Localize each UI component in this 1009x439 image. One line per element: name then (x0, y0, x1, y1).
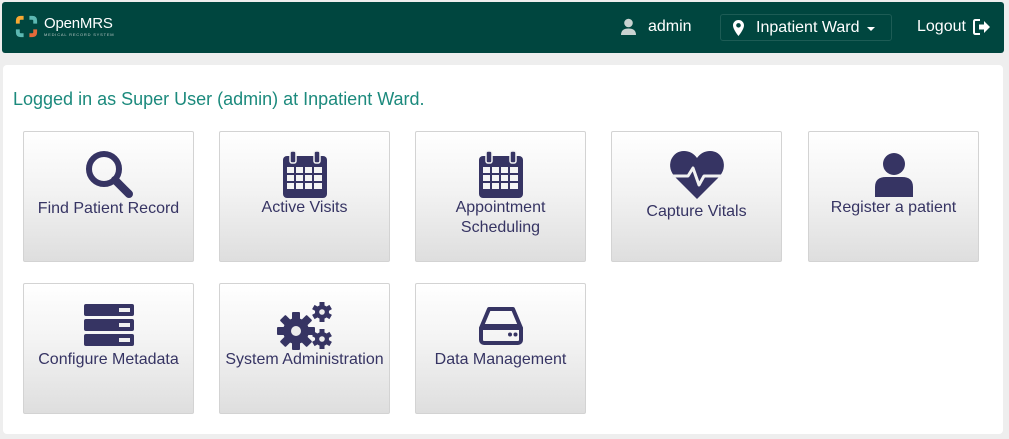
app-active-visits[interactable]: Active Visits (219, 131, 390, 262)
calendar-icon (282, 150, 327, 198)
map-marker-icon (733, 19, 744, 36)
app-system-administration[interactable]: System Administration (219, 283, 390, 414)
calendar-icon (478, 150, 523, 198)
app-label: Appointment Scheduling (455, 199, 546, 236)
logo-subtitle: MEDICAL RECORD SYSTEM (44, 32, 115, 37)
app-label: Configure Metadata (38, 351, 179, 368)
app-label: Data Management (434, 351, 567, 368)
openmrs-logo[interactable]: OpenMRS MEDICAL RECORD SYSTEM (13, 13, 114, 40)
app-label: Register a patient (830, 199, 957, 216)
gears-icon (276, 302, 332, 350)
app-data-management[interactable]: Data Management (415, 283, 586, 414)
app-configure-metadata[interactable]: Configure Metadata (23, 283, 194, 414)
user-icon (621, 18, 636, 35)
logout-button[interactable]: Logout (917, 18, 991, 36)
welcome-message: Logged in as Super User (admin) at Inpat… (13, 89, 425, 109)
user-menu[interactable]: admin (621, 18, 692, 36)
sign-out-icon (972, 19, 990, 35)
logout-label: Logout (917, 18, 966, 35)
app-find-patient-record[interactable]: Find Patient Record (23, 131, 194, 262)
heartbeat-icon (669, 151, 724, 199)
top-header: OpenMRS MEDICAL RECORD SYSTEM admin Inpa… (2, 2, 1004, 53)
app-appointment-scheduling[interactable]: Appointment Scheduling (415, 131, 586, 262)
openmrs-logo-icon (15, 15, 38, 38)
chevron-down-icon (867, 27, 876, 31)
app-label: Active Visits (261, 199, 348, 216)
app-capture-vitals[interactable]: Capture Vitals (611, 131, 782, 262)
app-label: Capture Vitals (646, 203, 747, 220)
server-icon (83, 304, 134, 346)
app-register-patient[interactable]: Register a patient (808, 131, 979, 262)
app-label: Find Patient Record (37, 200, 180, 217)
location-name: Inpatient Ward (756, 18, 860, 36)
username: admin (648, 18, 692, 35)
location-dropdown[interactable]: Inpatient Ward (720, 14, 892, 41)
user-icon (874, 153, 913, 197)
app-label: System Administration (225, 351, 384, 368)
logo-name: OpenMRS (44, 15, 113, 32)
hard-drive-icon (478, 307, 523, 345)
main-content: Logged in as Super User (admin) at Inpat… (3, 65, 1003, 434)
search-icon (85, 151, 133, 198)
